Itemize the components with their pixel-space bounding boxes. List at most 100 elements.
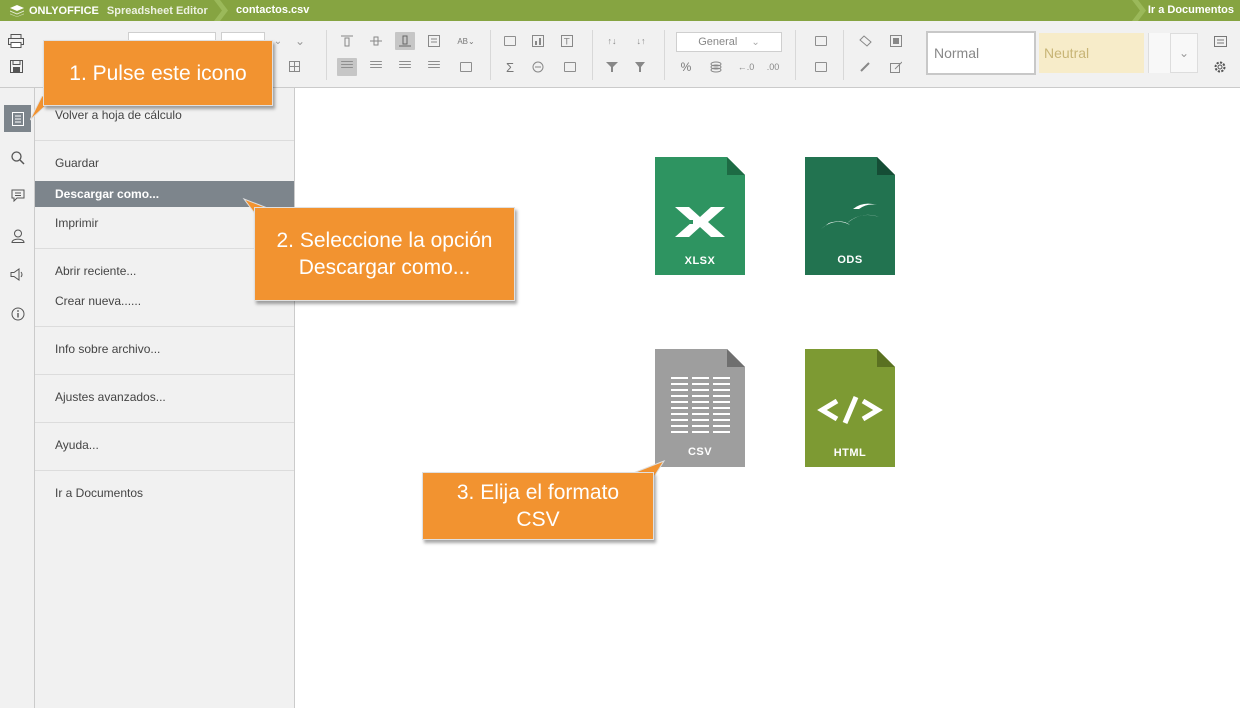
delete-cells-button[interactable] xyxy=(811,58,831,76)
sort-descending-icon: ↓↑ xyxy=(636,36,646,46)
help-item[interactable]: Ayuda... xyxy=(35,432,294,458)
svg-text:T: T xyxy=(563,38,570,48)
comments-button[interactable] xyxy=(4,182,31,209)
onlyoffice-logo-icon xyxy=(10,4,24,17)
file-menu-panel: Volver a hoja de cálculo Guardar Descarg… xyxy=(35,88,295,708)
clear-filter-button[interactable] xyxy=(631,58,651,76)
left-sidebar xyxy=(0,88,35,708)
coins-icon xyxy=(710,61,722,73)
insert-function-button[interactable]: Σ xyxy=(500,58,520,76)
go-to-documents-item[interactable]: Ir a Documentos xyxy=(35,480,294,506)
xlsx-label: XLSX xyxy=(684,255,716,267)
number-format-combo[interactable]: General ⌄ xyxy=(676,32,782,52)
decrease-decimal-button[interactable]: ←.0 xyxy=(736,58,756,76)
title-bar: ONLYOFFICE Spreadsheet Editor contactos.… xyxy=(0,0,1240,21)
text-orientation-button[interactable]: AB⌄ xyxy=(456,32,476,50)
format-ods[interactable]: ODS xyxy=(805,157,895,275)
menu-lines-icon xyxy=(1213,35,1227,47)
sort-ascending-button[interactable]: ↑↓ xyxy=(602,32,622,50)
cell-styles-dropdown[interactable]: ⌄ xyxy=(1170,33,1198,73)
comments-icon xyxy=(11,189,24,202)
increase-decimal-icon: .00 xyxy=(766,62,780,72)
print-button[interactable] xyxy=(6,32,26,50)
delete-cells-icon xyxy=(815,62,827,72)
file-menu-button[interactable] xyxy=(4,105,31,132)
align-middle-button[interactable] xyxy=(366,32,386,50)
align-right-button[interactable] xyxy=(395,58,415,76)
insert-hyperlink-button[interactable] xyxy=(528,58,548,76)
callout-step-3-line1: 3. Elija el formato xyxy=(456,481,620,504)
about-button[interactable] xyxy=(4,300,31,327)
align-center-icon xyxy=(370,66,382,68)
info-icon xyxy=(11,307,24,320)
align-bottom-button[interactable] xyxy=(395,32,415,50)
user-icon xyxy=(10,229,25,243)
save-item[interactable]: Guardar xyxy=(35,150,294,176)
callout-step-2: 2. Seleccione la opción Descargar como..… xyxy=(254,207,515,301)
print-icon xyxy=(8,34,24,48)
paint-bucket-icon xyxy=(890,35,902,47)
format-html[interactable]: HTML xyxy=(805,349,895,467)
decrease-decimal-icon: ←.0 xyxy=(737,62,755,72)
text-box-icon: T xyxy=(561,35,573,47)
conditional-format-button[interactable] xyxy=(886,32,906,50)
sort-descending-button[interactable]: ↓↑ xyxy=(631,32,651,50)
insert-image-button[interactable] xyxy=(500,32,520,50)
cell-style-normal-label: Normal xyxy=(934,45,980,61)
justify-button[interactable] xyxy=(424,58,444,76)
search-icon xyxy=(10,150,25,165)
merge-button[interactable] xyxy=(456,58,476,76)
file-info-item[interactable]: Info sobre archivo... xyxy=(35,336,294,362)
chevron-down-icon: ⌄ xyxy=(751,36,760,48)
save-button[interactable] xyxy=(6,57,26,75)
sigma-icon: Σ xyxy=(505,59,515,75)
settings-button[interactable] xyxy=(1210,58,1230,76)
increase-decimal-button[interactable]: .00 xyxy=(763,58,783,76)
format-csv[interactable]: CSV xyxy=(655,349,745,467)
shape-icon xyxy=(564,62,576,72)
save-icon xyxy=(9,59,23,73)
app-logo: ONLYOFFICE Spreadsheet Editor xyxy=(0,0,208,21)
gear-icon xyxy=(1214,61,1226,73)
increase-font-button[interactable]: ⌄ xyxy=(290,32,310,50)
accounting-button[interactable] xyxy=(706,58,726,76)
html-label: HTML xyxy=(833,447,867,459)
go-to-documents-link[interactable]: Ir a Documentos xyxy=(1148,0,1234,21)
format-xlsx[interactable]: XLSX xyxy=(655,157,745,275)
advanced-settings-item[interactable]: Ajustes avanzados... xyxy=(35,384,294,410)
edit-table-button[interactable] xyxy=(886,58,906,76)
filter-icon xyxy=(606,62,618,72)
title-separator-icon xyxy=(214,0,228,21)
align-bottom-icon xyxy=(399,35,411,47)
borders-button[interactable] xyxy=(286,58,306,76)
chat-button[interactable] xyxy=(4,222,31,249)
eraser-icon xyxy=(858,35,872,47)
insert-shape-button[interactable] xyxy=(560,58,580,76)
align-left-button[interactable] xyxy=(337,58,357,76)
callout-step-2-line1: 2. Seleccione la opción xyxy=(276,229,493,252)
chevron-icon: ⌄ xyxy=(273,35,283,47)
percent-button[interactable]: % xyxy=(676,58,696,76)
align-left-icon xyxy=(341,66,353,68)
callout-step-1: 1. Pulse este icono xyxy=(43,40,273,106)
chart-icon xyxy=(532,35,544,47)
feedback-icon xyxy=(10,268,23,281)
cell-style-neutral-label: Neutral xyxy=(1044,45,1090,61)
align-top-button[interactable] xyxy=(337,32,357,50)
view-settings-button[interactable] xyxy=(1210,32,1230,50)
wrap-text-button[interactable] xyxy=(424,32,444,50)
copy-style-button[interactable] xyxy=(855,58,875,76)
justify-icon xyxy=(428,66,440,68)
align-top-icon xyxy=(341,35,353,47)
insert-text-button[interactable]: T xyxy=(557,32,577,50)
align-center-button[interactable] xyxy=(366,58,386,76)
clear-button[interactable] xyxy=(855,32,875,50)
cell-style-normal[interactable]: Normal xyxy=(926,31,1036,75)
filter-button[interactable] xyxy=(602,58,622,76)
cell-style-empty[interactable] xyxy=(1148,33,1170,73)
insert-cells-button[interactable] xyxy=(811,32,831,50)
feedback-button[interactable] xyxy=(4,261,31,288)
insert-chart-button[interactable] xyxy=(528,32,548,50)
search-button[interactable] xyxy=(4,144,31,171)
cell-style-neutral[interactable]: Neutral xyxy=(1039,33,1144,73)
